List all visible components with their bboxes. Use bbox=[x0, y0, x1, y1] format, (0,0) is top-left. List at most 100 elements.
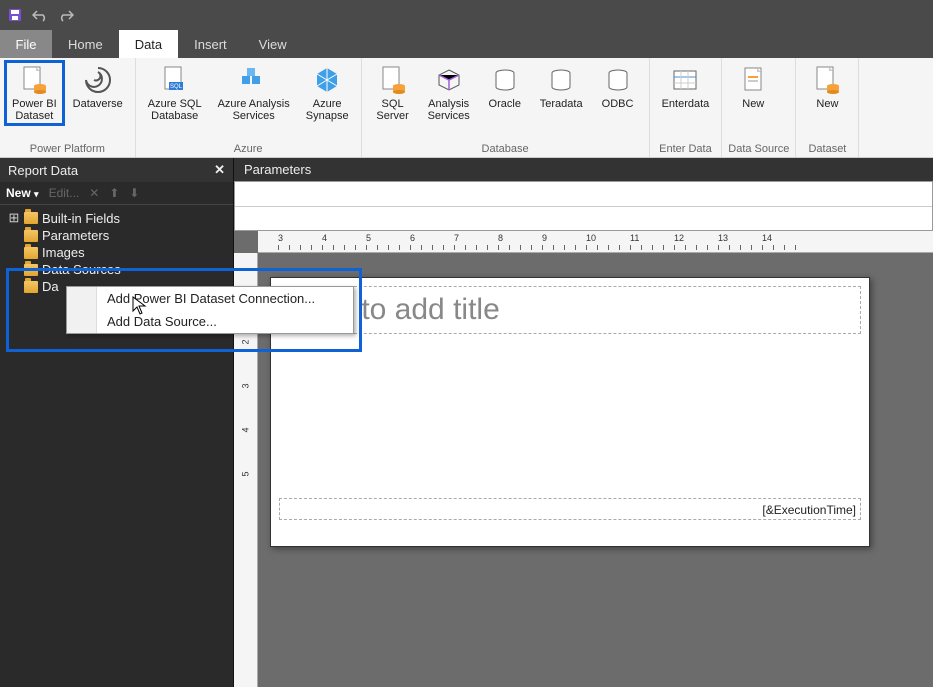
down-icon: ⬇ bbox=[129, 186, 139, 200]
tree-item[interactable]: Images bbox=[4, 244, 229, 261]
oracle-button[interactable]: Oracle bbox=[480, 62, 530, 112]
ribbon-button-label: Enterdata bbox=[662, 98, 710, 110]
ruler-tick: 6 bbox=[410, 233, 415, 243]
close-icon[interactable]: ✕ bbox=[214, 162, 225, 178]
ruler-tick: 4 bbox=[322, 233, 327, 243]
ribbon-group-label: Dataset bbox=[802, 141, 852, 155]
analysis-services-button[interactable]: Analysis Services bbox=[422, 62, 476, 124]
ribbon-button-label: Azure Synapse bbox=[306, 98, 349, 122]
footer-box[interactable]: [&ExecutionTime] bbox=[279, 498, 861, 520]
expand-icon[interactable]: ⊞ bbox=[8, 210, 20, 226]
folder-icon bbox=[24, 264, 38, 276]
save-icon[interactable] bbox=[8, 8, 22, 22]
execution-time-field: [&ExecutionTime] bbox=[762, 503, 856, 517]
new-dropdown[interactable]: New ▾ bbox=[6, 186, 39, 200]
report-data-title: Report Data bbox=[8, 163, 78, 178]
ribbon-group-label: Power Platform bbox=[6, 141, 129, 155]
ribbon-button-label: ODBC bbox=[602, 98, 634, 110]
ribbon-group-label: Database bbox=[368, 141, 643, 155]
parameters-grid[interactable] bbox=[234, 181, 933, 231]
doc-cyl-orange-icon bbox=[811, 64, 843, 96]
spiral-icon bbox=[82, 64, 114, 96]
table-icon bbox=[669, 64, 701, 96]
odbc-button[interactable]: ODBC bbox=[593, 62, 643, 112]
ribbon-button-label: Azure SQL Database bbox=[148, 98, 202, 122]
undo-icon[interactable] bbox=[32, 8, 48, 22]
tree-item[interactable]: ⊞ Built-in Fields bbox=[4, 209, 229, 227]
ruler-tick: 12 bbox=[674, 233, 684, 243]
tree-item-label: Built-in Fields bbox=[42, 211, 120, 226]
ribbon-button-label: New bbox=[742, 98, 764, 110]
ribbon-button-label: Power BI Dataset bbox=[12, 98, 57, 122]
cube-icon bbox=[433, 64, 465, 96]
folder-icon bbox=[24, 230, 38, 242]
report-data-panel: Report Data ✕ New ▾ Edit... ✕ ⬆ ⬇ ⊞Built… bbox=[0, 158, 234, 687]
edit-button: Edit... bbox=[49, 186, 80, 200]
enterdata-button[interactable]: Enterdata bbox=[656, 62, 716, 112]
design-area: Parameters 12345 34567891011121314 Click… bbox=[234, 158, 933, 687]
dataverse-button[interactable]: Dataverse bbox=[67, 62, 129, 112]
ribbon-group: Enterdata Enter Data bbox=[650, 58, 723, 157]
horizontal-ruler: 34567891011121314 bbox=[258, 231, 933, 253]
ribbon-group: New Dataset bbox=[796, 58, 859, 157]
doc-cyl-orange-icon bbox=[18, 64, 50, 96]
azure-analysis-button[interactable]: Azure Analysis Services bbox=[212, 62, 296, 124]
ruler-tick: 7 bbox=[454, 233, 459, 243]
ribbon-button-label: SQL Server bbox=[376, 98, 408, 122]
azure-sql-button[interactable]: SQLAzure SQL Database bbox=[142, 62, 208, 124]
main-area: Report Data ✕ New ▾ Edit... ✕ ⬆ ⬇ ⊞Built… bbox=[0, 158, 933, 687]
title-bar bbox=[0, 0, 933, 30]
doc-plain-icon bbox=[737, 64, 769, 96]
ribbon-button-label: Dataverse bbox=[73, 98, 123, 110]
ribbon-group-label: Azure bbox=[142, 141, 355, 155]
tree-item-label: Da bbox=[42, 279, 59, 294]
add-powerbi-connection-item[interactable]: Add Power BI Dataset Connection... bbox=[67, 287, 353, 310]
ribbon-button-label: New bbox=[816, 98, 838, 110]
power-bi-dataset-button[interactable]: Power BI Dataset bbox=[6, 62, 63, 124]
tree-item[interactable]: Parameters bbox=[4, 227, 229, 244]
ruler-tick: 14 bbox=[762, 233, 772, 243]
folder-icon bbox=[24, 281, 38, 293]
tab-home[interactable]: Home bbox=[52, 30, 119, 58]
tree-item-label: Data Sources bbox=[42, 262, 121, 277]
file-menu[interactable]: File bbox=[0, 30, 52, 58]
tab-data[interactable]: Data bbox=[119, 30, 178, 58]
synapse-icon bbox=[311, 64, 343, 96]
ruler-tick: 13 bbox=[718, 233, 728, 243]
menu-bar: File Home Data Insert View bbox=[0, 30, 933, 58]
ribbon-group: SQL Server Analysis Services Oracle Teradat… bbox=[362, 58, 650, 157]
context-menu: Add Power BI Dataset Connection... Add D… bbox=[66, 286, 354, 334]
ribbon-button-label: Oracle bbox=[489, 98, 521, 110]
azure-synapse-button[interactable]: Azure Synapse bbox=[300, 62, 355, 124]
ribbon-group-label: Data Source bbox=[728, 141, 789, 155]
ruler-tick: 5 bbox=[366, 233, 371, 243]
ribbon-button-label: Analysis Services bbox=[428, 98, 470, 122]
ribbon-group-label: Enter Data bbox=[656, 141, 716, 155]
add-data-source-item[interactable]: Add Data Source... bbox=[67, 310, 353, 333]
ribbon-button-label: Teradata bbox=[540, 98, 583, 110]
redo-icon[interactable] bbox=[58, 8, 74, 22]
sql-server-button[interactable]: SQL Server bbox=[368, 62, 418, 124]
tree-item-label: Images bbox=[42, 245, 85, 260]
new-dataset-button[interactable]: New bbox=[802, 62, 852, 112]
ruler-tick: 3 bbox=[278, 233, 283, 243]
tab-insert[interactable]: Insert bbox=[178, 30, 243, 58]
ribbon-group: SQLAzure SQL DatabaseAzure Analysis Serv… bbox=[136, 58, 362, 157]
teradata-button[interactable]: Teradata bbox=[534, 62, 589, 112]
title-textbox[interactable]: Click to add title bbox=[279, 286, 861, 334]
new-datasource-button[interactable]: New bbox=[728, 62, 778, 112]
up-icon: ⬆ bbox=[109, 186, 119, 200]
ruler-tick: 10 bbox=[586, 233, 596, 243]
tab-view[interactable]: View bbox=[243, 30, 303, 58]
ribbon: Power BI Dataset Dataverse Power Platform S… bbox=[0, 58, 933, 158]
report-page[interactable]: Click to add title [&ExecutionTime] bbox=[270, 277, 870, 547]
canvas-body[interactable]: Click to add title [&ExecutionTime] bbox=[258, 253, 933, 687]
parameters-header: Parameters bbox=[234, 158, 933, 181]
tree-item-label: Parameters bbox=[42, 228, 109, 243]
ruler-tick: 4 bbox=[241, 419, 251, 442]
cylinder-icon bbox=[602, 64, 634, 96]
ruler-tick: 11 bbox=[630, 233, 639, 243]
folder-icon bbox=[24, 247, 38, 259]
cylinder-icon bbox=[545, 64, 577, 96]
tree-item[interactable]: Data Sources bbox=[4, 261, 229, 278]
